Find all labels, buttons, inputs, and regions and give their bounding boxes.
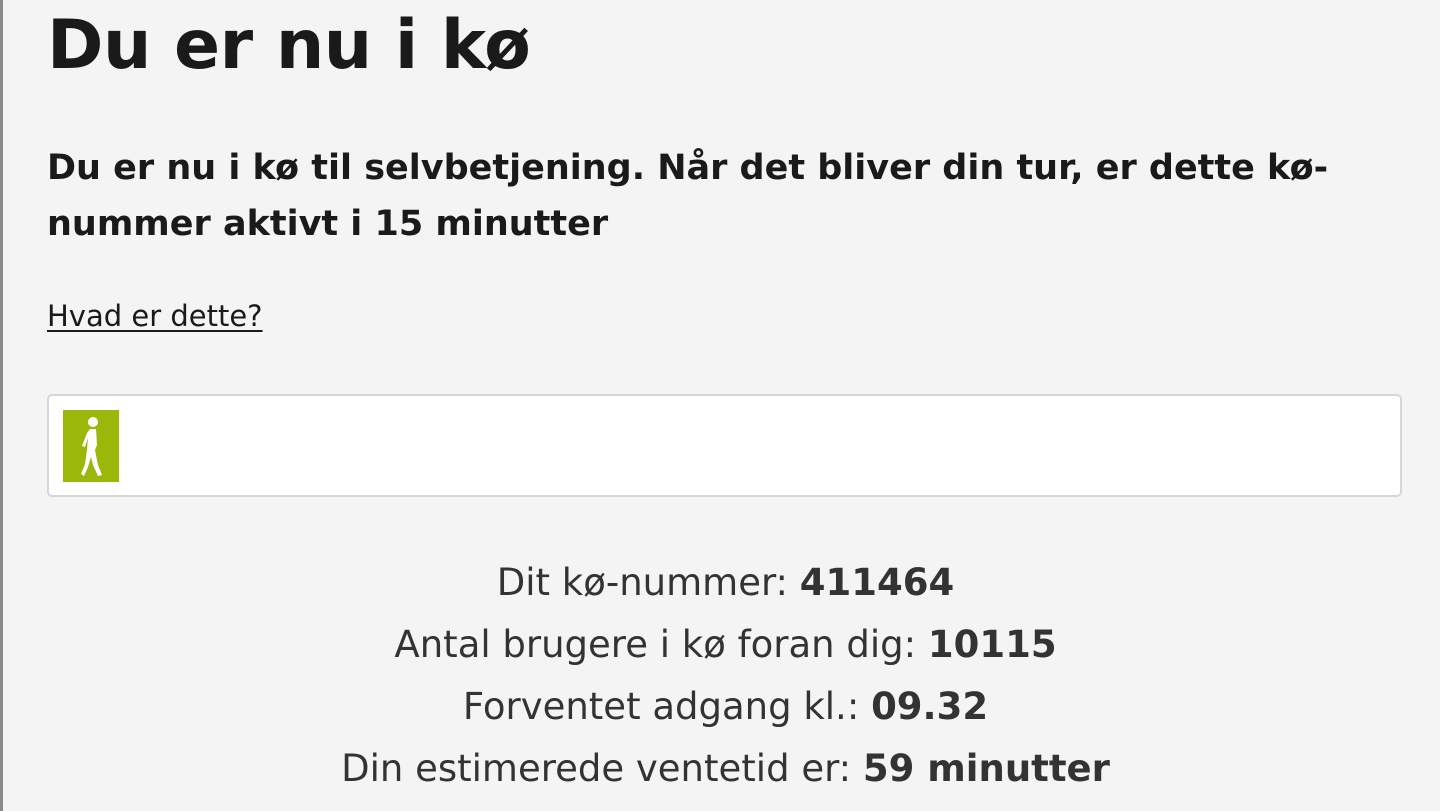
expected-access-label: Forventet adgang kl.: <box>462 685 872 728</box>
queue-number-label: Dit kø-nummer: <box>496 561 800 604</box>
page-title: Du er nu i kø <box>47 6 531 85</box>
expected-access-value: 09.32 <box>871 685 989 728</box>
page-left-border <box>0 0 3 811</box>
estimated-wait-label: Din estimerede ventetid er: <box>341 747 863 790</box>
queue-info: Dit kø-nummer: 411464 Antal brugere i kø… <box>47 552 1404 800</box>
walking-person-icon <box>81 417 102 476</box>
users-ahead-label: Antal brugere i kø foran dig: <box>394 623 928 666</box>
users-ahead-row: Antal brugere i kø foran dig: 10115 <box>47 614 1404 676</box>
queue-progress-fill <box>63 410 119 482</box>
queue-intro-text: Du er nu i kø til selvbetjening. Når det… <box>47 148 1329 244</box>
what-is-this-link[interactable]: Hvad er dette? <box>47 296 263 336</box>
users-ahead-value: 10115 <box>927 623 1057 666</box>
queue-number-row: Dit kø-nummer: 411464 <box>47 552 1404 614</box>
expected-access-row: Forventet adgang kl.: 09.32 <box>47 676 1404 738</box>
queue-progress-bar <box>47 394 1402 497</box>
estimated-wait-row: Din estimerede ventetid er: 59 minutter <box>47 738 1404 800</box>
queue-number-value: 411464 <box>799 561 955 604</box>
estimated-wait-value: 59 minutter <box>862 747 1110 790</box>
